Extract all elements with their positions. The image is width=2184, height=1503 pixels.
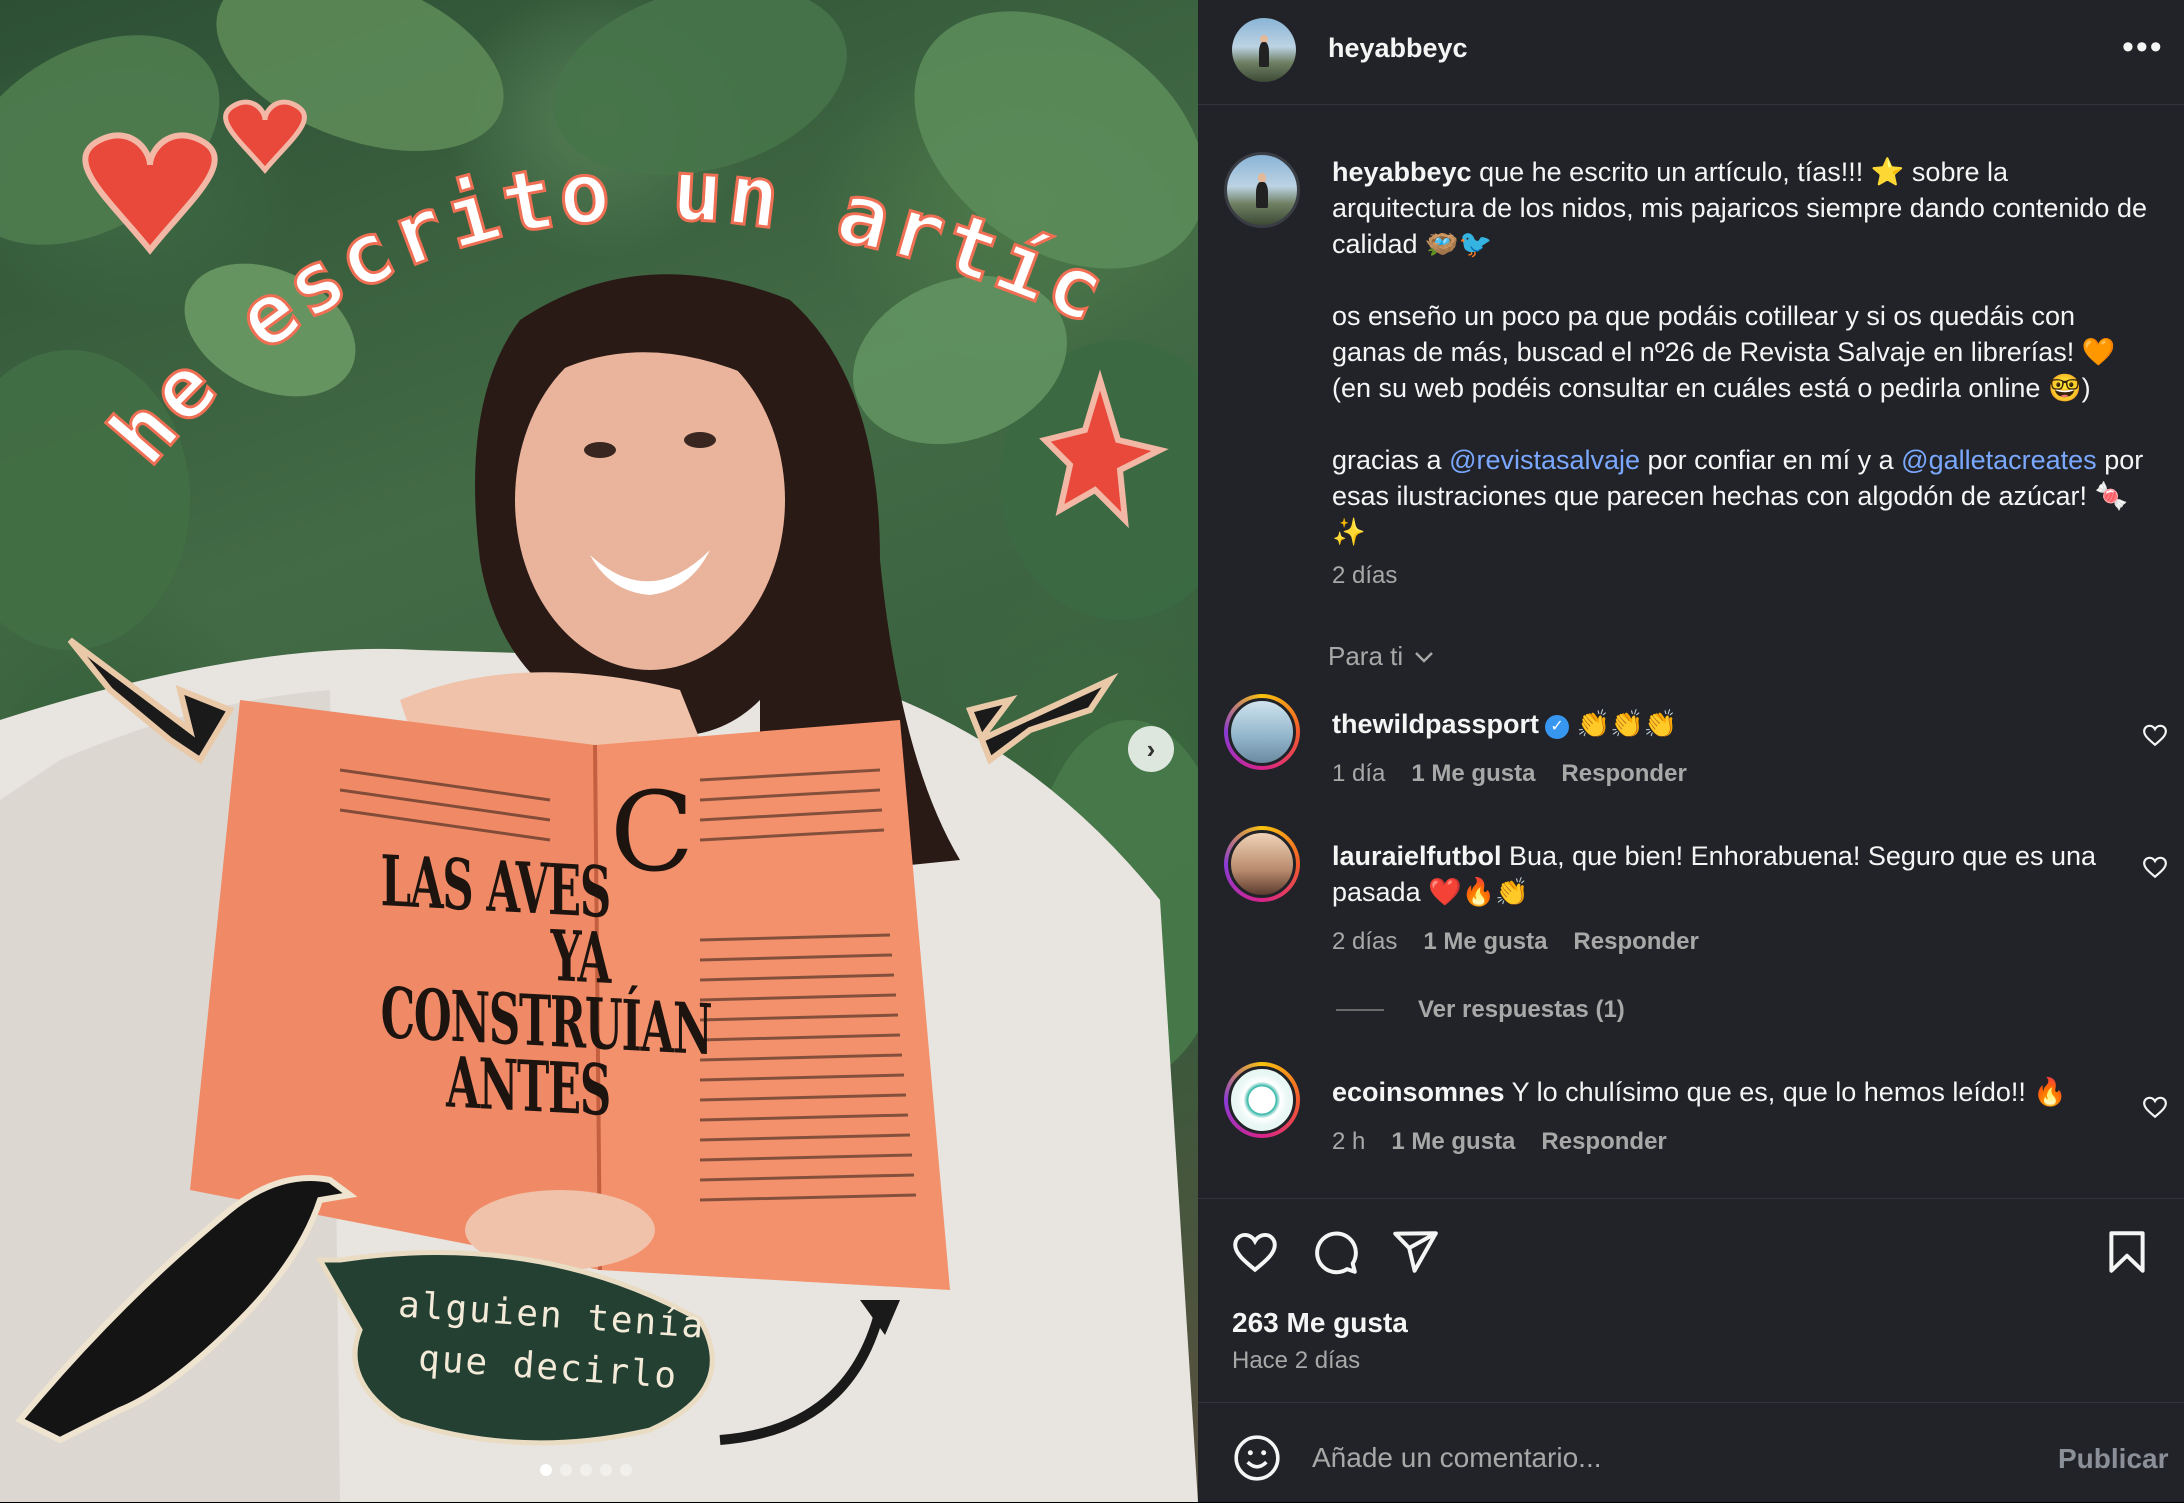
mention-link[interactable]: @revistasalvaje — [1449, 445, 1640, 475]
heart-icon[interactable] — [2142, 1094, 2168, 1120]
comment-meta: 2 días 1 Me gusta Responder — [1332, 928, 1699, 956]
comment-time: 1 día — [1332, 760, 1386, 787]
carousel-dot[interactable] — [560, 1464, 572, 1476]
post-time: Hace 2 días — [1232, 1347, 1361, 1374]
filter-label: Para ti — [1328, 641, 1404, 671]
carousel-dots — [540, 1464, 632, 1476]
reply-button[interactable]: Responder — [1561, 760, 1686, 788]
emoji-icon[interactable] — [1232, 1433, 1282, 1483]
carousel-dot[interactable] — [540, 1464, 552, 1476]
comment-time: 2 días — [1332, 928, 1398, 955]
reply-button[interactable]: Responder — [1573, 928, 1698, 956]
comment-likes[interactable]: 1 Me gusta — [1411, 760, 1535, 788]
post-header: heyabbeyc ••• — [1198, 0, 2184, 105]
view-replies-button[interactable]: Ver respuestas (1) — [1336, 996, 1625, 1024]
caption-text: gracias a — [1332, 445, 1450, 475]
comment-icon[interactable] — [1310, 1227, 1360, 1277]
comment-input[interactable] — [1310, 1431, 2014, 1485]
commenter-avatar[interactable] — [1224, 826, 1300, 902]
carousel-dot[interactable] — [620, 1464, 632, 1476]
carousel-dot[interactable] — [600, 1464, 612, 1476]
photo-illustration: C he escrito un artículo!!! — [0, 0, 1198, 1502]
heart-icon[interactable] — [1230, 1227, 1280, 1277]
heart-icon[interactable] — [2142, 722, 2168, 748]
svg-text:C: C — [610, 768, 694, 896]
view-replies-label: Ver respuestas (1) — [1418, 996, 1625, 1023]
commenter-avatar[interactable] — [1224, 694, 1300, 770]
comment-filter-dropdown[interactable]: Para ti — [1328, 641, 1434, 672]
chevron-right-icon: › — [1146, 733, 1156, 764]
reply-button[interactable]: Responder — [1541, 1128, 1666, 1156]
carousel-next-button[interactable]: › — [1128, 726, 1174, 772]
author-avatar[interactable] — [1232, 18, 1296, 82]
commenter-username[interactable]: thewildpassport — [1332, 709, 1539, 739]
like-count[interactable]: 263 Me gusta — [1232, 1307, 1408, 1339]
book-headline-line: YA CONSTRUÍAN — [380, 913, 712, 1072]
post-caption: heyabbeyc que he escrito un artículo, tí… — [1332, 154, 2152, 594]
caption-time: 2 días — [1332, 562, 1398, 589]
post-media[interactable]: C he escrito un artículo!!! — [0, 0, 1198, 1502]
book-headline: LAS AVES YA CONSTRUÍAN ANTES — [380, 839, 712, 1132]
chevron-down-icon — [1410, 641, 1434, 671]
send-icon[interactable] — [1390, 1227, 1440, 1277]
publish-button[interactable]: Publicar — [2058, 1443, 2168, 1475]
comment-text: Y lo chulísimo que es, que lo hemos leíd… — [1511, 1077, 2068, 1107]
mention-link[interactable]: @galletacreates — [1901, 445, 2097, 475]
post-viewer: C he escrito un artículo!!! — [0, 0, 2184, 1502]
commenter-username[interactable]: lauraielfutbol — [1332, 841, 1502, 871]
comment-meta: 2 h 1 Me gusta Responder — [1332, 1128, 1667, 1156]
caption-text: por confiar en mí y a — [1640, 445, 1902, 475]
comment-meta: 1 día 1 Me gusta Responder — [1332, 760, 1687, 788]
post-actions: 263 Me gusta Hace 2 días — [1198, 1198, 2184, 1409]
commenter-avatar[interactable] — [1224, 1062, 1300, 1138]
caption-username[interactable]: heyabbeyc — [1332, 157, 1472, 187]
caption-avatar[interactable] — [1224, 152, 1300, 228]
heart-icon[interactable] — [2142, 854, 2168, 880]
author-username[interactable]: heyabbeyc — [1328, 33, 1468, 64]
book-headline-line: ANTES — [446, 1040, 610, 1132]
more-horizontal-icon[interactable]: ••• — [2122, 28, 2164, 67]
comment-time: 2 h — [1332, 1128, 1366, 1155]
carousel-dot[interactable] — [580, 1464, 592, 1476]
comment-likes[interactable]: 1 Me gusta — [1391, 1128, 1515, 1156]
replies-divider — [1336, 1009, 1384, 1011]
post-sidebar: heyabbeyc ••• heyabbeyc que he escrito u… — [1198, 0, 2184, 1502]
bookmark-icon[interactable] — [2102, 1227, 2152, 1277]
caption-paragraph: os enseño un poco pa que podáis cotillea… — [1332, 301, 2116, 403]
comment-composer: Publicar — [1198, 1402, 2184, 1503]
verified-icon: ✓ — [1545, 715, 1570, 739]
comment-likes[interactable]: 1 Me gusta — [1423, 928, 1547, 956]
comment-text: 👏👏👏 — [1576, 709, 1678, 739]
commenter-username[interactable]: ecoinsomnes — [1332, 1077, 1505, 1107]
